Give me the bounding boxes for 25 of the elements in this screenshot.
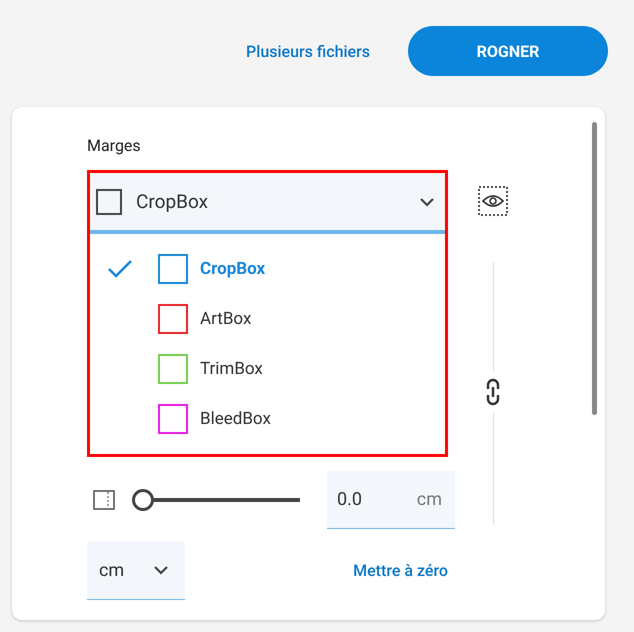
option-label: CropBox — [200, 259, 266, 279]
dropdown-option[interactable]: TrimBox — [90, 344, 445, 394]
dropdown-option[interactable]: BleedBox — [90, 394, 445, 444]
preview-icon[interactable] — [478, 186, 508, 216]
option-label: ArtBox — [200, 309, 252, 329]
option-label: TrimBox — [200, 359, 263, 379]
dropdown-option[interactable]: CropBox — [90, 244, 445, 294]
box-swatch-icon — [96, 188, 122, 214]
slider-thumb[interactable] — [132, 489, 154, 511]
crop-button[interactable]: ROGNER — [408, 26, 608, 76]
box-dropdown[interactable]: CropBox CropBox ArtBox TrimBox BleedBox — [87, 170, 448, 457]
reset-link[interactable]: Mettre à zéro — [353, 561, 448, 580]
page-edge-icon — [93, 490, 115, 510]
multiple-files-link[interactable]: Plusieurs fichiers — [246, 42, 370, 60]
option-label: BleedBox — [200, 409, 271, 429]
chevron-icon — [419, 196, 435, 206]
link-icon[interactable] — [485, 377, 501, 407]
check-icon — [107, 259, 133, 279]
dropdown-value: CropBox — [136, 190, 210, 213]
margins-label: Marges — [87, 136, 142, 155]
scrollbar[interactable] — [592, 122, 597, 415]
margin-field[interactable]: 0.0 cm — [327, 471, 455, 529]
unit-select[interactable]: cm — [87, 541, 185, 600]
dropdown-option[interactable]: ArtBox — [90, 294, 445, 344]
chevron-icon — [153, 565, 169, 575]
